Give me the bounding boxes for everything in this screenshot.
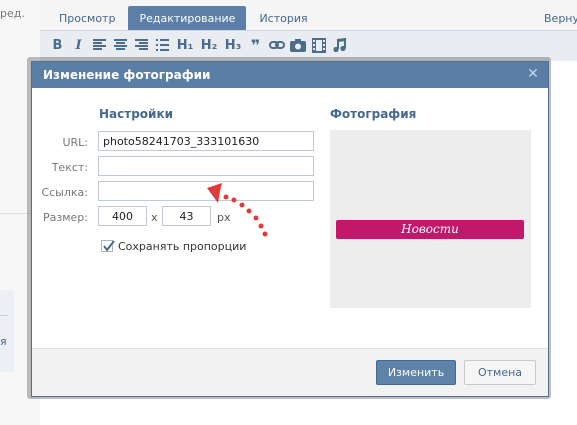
h3-icon[interactable]: H₃	[223, 36, 243, 54]
photo-preview: Новости	[330, 130, 531, 308]
tab-edit[interactable]: Редактирование	[128, 6, 247, 30]
preview-image: Новости	[336, 220, 524, 239]
text-label: Текст:	[51, 161, 88, 174]
edit-photo-dialog: Изменение фотографии ✕ Настройки Фотогра…	[31, 61, 549, 397]
align-left-icon[interactable]	[91, 36, 108, 54]
settings-title: Настройки	[99, 107, 174, 121]
align-right-icon[interactable]	[133, 36, 150, 54]
size-label: Размер:	[43, 211, 88, 224]
photo-icon[interactable]	[289, 36, 306, 54]
italic-icon[interactable]: I	[70, 36, 87, 54]
width-input[interactable]	[98, 206, 147, 226]
keep-proportions-label[interactable]: Сохранять пропорции	[118, 240, 246, 253]
h1-icon[interactable]: H₁	[175, 36, 195, 54]
dialog-footer: Изменить Отмена	[32, 348, 548, 396]
link-icon[interactable]	[268, 36, 285, 54]
url-input[interactable]	[98, 131, 314, 151]
cancel-button[interactable]: Отмена	[464, 360, 536, 385]
url-label: URL:	[62, 136, 88, 149]
tab-history[interactable]: История	[248, 6, 318, 30]
text-input[interactable]	[98, 156, 314, 176]
dialog-title: Изменение фотографии	[43, 68, 211, 82]
keep-proportions-checkbox[interactable]	[101, 240, 115, 252]
save-button[interactable]: Изменить	[376, 360, 456, 385]
bold-icon[interactable]: B	[49, 36, 66, 54]
list-icon[interactable]	[154, 36, 171, 54]
quote-icon[interactable]: ❞	[247, 36, 264, 55]
audio-icon[interactable]	[331, 36, 348, 54]
annotation-arrow	[207, 183, 268, 237]
return-link[interactable]: Вернуться	[544, 12, 577, 25]
left-link-fragment[interactable]: я	[0, 335, 7, 348]
align-center-icon[interactable]	[112, 36, 129, 54]
close-icon[interactable]: ✕	[526, 67, 540, 81]
h2-icon[interactable]: H₂	[199, 36, 219, 54]
link-label: Ссылка:	[41, 186, 88, 199]
photo-title: Фотография	[330, 107, 417, 121]
divider	[0, 315, 8, 316]
page-tabs: Просмотр Редактирование История	[48, 6, 321, 30]
size-separator: x	[151, 211, 158, 224]
left-edit-label: ред.	[0, 7, 25, 20]
left-panel	[0, 290, 14, 372]
checkmark-icon	[103, 240, 115, 252]
dialog-header: Изменение фотографии ✕	[32, 62, 548, 88]
video-icon[interactable]	[310, 36, 327, 54]
tab-view[interactable]: Просмотр	[48, 6, 126, 30]
